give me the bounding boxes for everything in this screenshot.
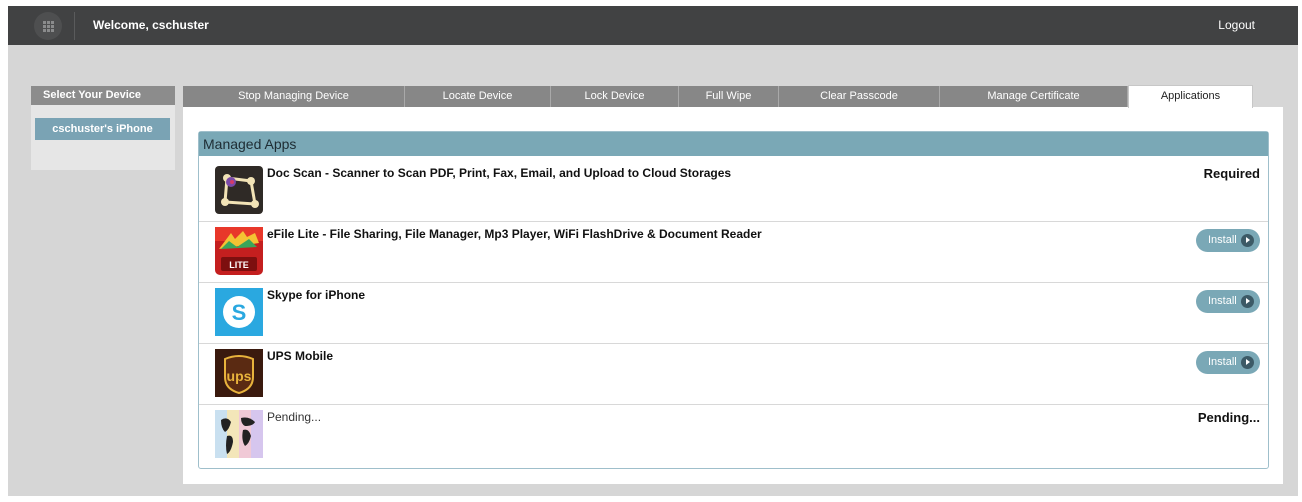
install-button[interactable]: Install [1196,290,1260,313]
install-button-label: Install [1208,356,1237,368]
app-name: eFile Lite - File Sharing, File Manager,… [267,227,762,241]
tab-locate-device[interactable]: Locate Device [405,86,551,107]
app-status-pending: Pending... [1197,410,1260,425]
app-name: UPS Mobile [267,349,334,363]
app-row: S Skype for iPhone Install [199,283,1268,344]
logout-link[interactable]: Logout [1218,18,1255,32]
arrow-right-icon [1241,234,1254,247]
install-button-label: Install [1208,234,1237,246]
tab-full-wipe[interactable]: Full Wipe [679,86,779,107]
app-row: Pending... Pending... [199,405,1268,466]
install-button[interactable]: Install [1196,351,1260,374]
tab-applications[interactable]: Applications [1128,85,1253,108]
arrow-right-icon [1241,295,1254,308]
tab-clear-passcode[interactable]: Clear Passcode [779,86,940,107]
efile-lite-icon-badge: LITE [229,260,249,270]
tab-stop-managing-device[interactable]: Stop Managing Device [183,86,405,107]
app-name: Skype for iPhone [267,288,366,302]
managed-apps-box: Managed Apps Doc Scan - Scanner to Scan … [198,131,1269,469]
header-divider [74,12,75,40]
install-button-label: Install [1208,295,1237,307]
welcome-text: Welcome, cschuster [93,18,209,32]
managed-apps-title: Managed Apps [199,132,1268,156]
world-map-icon [215,410,263,458]
app-status-required: Required [1203,166,1260,181]
ups-icon-badge: ups [227,368,252,384]
efile-lite-icon: LITE [215,227,263,275]
install-button[interactable]: Install [1196,229,1260,252]
device-panel-title: Select Your Device [31,86,175,105]
top-bar: Welcome, cschuster Logout [8,6,1298,45]
app-row: ups UPS Mobile Install [199,344,1268,405]
ups-icon: ups [215,349,263,397]
device-selector-panel: Select Your Device cschuster's iPhone [31,86,175,170]
tab-manage-certificate[interactable]: Manage Certificate [940,86,1128,107]
doc-scan-icon [215,166,263,214]
arrow-right-icon [1241,356,1254,369]
device-item-iphone[interactable]: cschuster's iPhone [35,118,170,140]
app-row: LITE eFile Lite - File Sharing, File Man… [199,222,1268,283]
app-name: Pending... [267,410,322,424]
app-row: Doc Scan - Scanner to Scan PDF, Print, F… [199,161,1268,222]
app-logo-icon [34,12,62,40]
app-name: Doc Scan - Scanner to Scan PDF, Print, F… [267,166,732,180]
skype-icon-badge: S [232,300,247,325]
tab-lock-device[interactable]: Lock Device [551,86,679,107]
skype-icon: S [215,288,263,336]
